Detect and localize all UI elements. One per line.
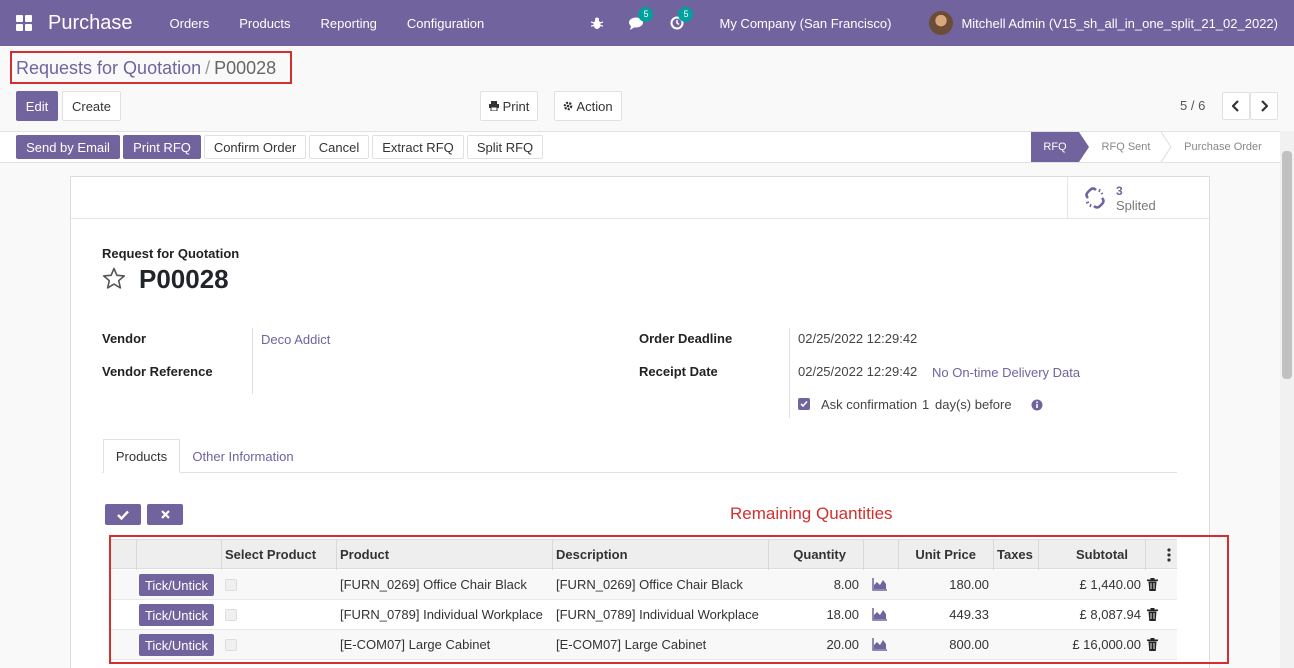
scrollbar-thumb[interactable]: [1282, 151, 1292, 379]
tick-all-button[interactable]: [105, 504, 141, 525]
app-name[interactable]: Purchase: [48, 12, 133, 35]
splited-count: 3: [1116, 183, 1123, 198]
top-navbar: Purchase Orders Products Reporting Confi…: [0, 0, 1294, 46]
activity-count-badge: 5: [678, 7, 694, 22]
send-by-email-button[interactable]: Send by Email: [16, 135, 120, 159]
apps-menu-icon[interactable]: [16, 15, 32, 31]
document-name: P00028: [139, 264, 229, 294]
receipt-date-field[interactable]: 02/25/2022 12:29:42: [798, 364, 917, 379]
print-button[interactable]: Print: [480, 91, 538, 121]
menu-orders[interactable]: Orders: [155, 16, 225, 31]
gear-icon: [564, 101, 573, 111]
menu-products[interactable]: Products: [224, 16, 305, 31]
status-bar: Send by Email Print RFQ Confirm Order Ca…: [0, 131, 1280, 163]
activity-clock-icon[interactable]: 5: [669, 7, 694, 31]
cancel-button[interactable]: Cancel: [309, 135, 369, 159]
action-button-label: Action: [576, 98, 613, 114]
check-icon: [800, 400, 808, 408]
star-icon[interactable]: [102, 267, 126, 290]
extract-rfq-button[interactable]: Extract RFQ: [372, 135, 464, 159]
vendor-field[interactable]: Deco Addict: [261, 332, 330, 347]
user-menu[interactable]: Mitchell Admin (V15_sh_all_in_one_split_…: [961, 16, 1278, 31]
splited-label: Splited: [1116, 197, 1156, 213]
field-divider: [252, 328, 253, 394]
remaining-quantities-annotation: Remaining Quantities: [730, 504, 893, 523]
menu-reporting[interactable]: Reporting: [306, 16, 392, 31]
unlink-icon: [1085, 187, 1105, 209]
print-rfq-button[interactable]: Print RFQ: [123, 135, 201, 159]
navbar-systray: 5 5 My Company (San Francisco) Mitchell …: [577, 0, 1294, 46]
document-type-label: Request for Quotation: [102, 246, 240, 261]
ask-confirmation-label: Ask confirmation: [821, 397, 918, 412]
order-deadline-field[interactable]: 02/25/2022 12:29:42: [798, 331, 917, 346]
receipt-date-label: Receipt Date: [639, 364, 718, 379]
confirm-order-button[interactable]: Confirm Order: [204, 135, 306, 159]
on-time-delivery-link[interactable]: No On-time Delivery Data: [932, 365, 1080, 380]
pager-previous-button[interactable]: [1222, 92, 1250, 120]
order-deadline-label: Order Deadline: [639, 331, 733, 346]
action-button[interactable]: Action: [554, 91, 622, 121]
chevron-right-icon: [1261, 100, 1268, 112]
check-icon: [117, 510, 129, 520]
chat-icon[interactable]: 5: [629, 7, 654, 31]
untick-all-button[interactable]: [147, 504, 183, 525]
chat-count-badge: 5: [638, 7, 654, 22]
remaining-quantities-highlight-box: [109, 535, 1229, 664]
stage-separator-icon: [1160, 132, 1172, 162]
close-icon: [160, 510, 170, 519]
vendor-label: Vendor: [102, 331, 147, 346]
smart-button-box: 3 Splited: [71, 177, 1209, 219]
ask-days-field[interactable]: 1: [922, 397, 929, 412]
create-button[interactable]: Create: [62, 91, 121, 121]
pager-next-button[interactable]: [1250, 92, 1278, 120]
info-icon[interactable]: [1031, 399, 1043, 411]
printer-icon: [488, 101, 499, 111]
ask-days-suffix: day(s) before: [935, 397, 1012, 412]
breadcrumb-highlight-box: [10, 51, 292, 84]
stage-rfq[interactable]: RFQ: [1031, 132, 1079, 162]
splited-smart-button[interactable]: 3 Splited: [1067, 177, 1209, 219]
pager-value[interactable]: 5 / 6: [1180, 98, 1205, 113]
vendor-reference-label: Vendor Reference: [102, 364, 213, 379]
chevron-left-icon: [1232, 100, 1239, 112]
menu-configuration[interactable]: Configuration: [392, 16, 499, 31]
print-button-label: Print: [502, 98, 530, 114]
stage-purchase-order[interactable]: Purchase Order: [1172, 132, 1274, 162]
tab-other-information[interactable]: Other Information: [180, 439, 306, 473]
stage-rfq-sent[interactable]: RFQ Sent: [1092, 132, 1160, 162]
ask-confirmation-checkbox[interactable]: [798, 398, 810, 410]
split-rfq-button[interactable]: Split RFQ: [467, 135, 543, 159]
user-avatar[interactable]: [929, 11, 954, 35]
bug-icon[interactable]: [589, 15, 605, 31]
company-switcher[interactable]: My Company (San Francisco): [719, 16, 891, 31]
edit-button[interactable]: Edit: [16, 91, 58, 121]
page-scrollbar[interactable]: [1280, 131, 1294, 668]
field-divider: [789, 328, 790, 418]
stage-arrow: [1079, 132, 1089, 162]
tab-products[interactable]: Products: [103, 439, 180, 473]
